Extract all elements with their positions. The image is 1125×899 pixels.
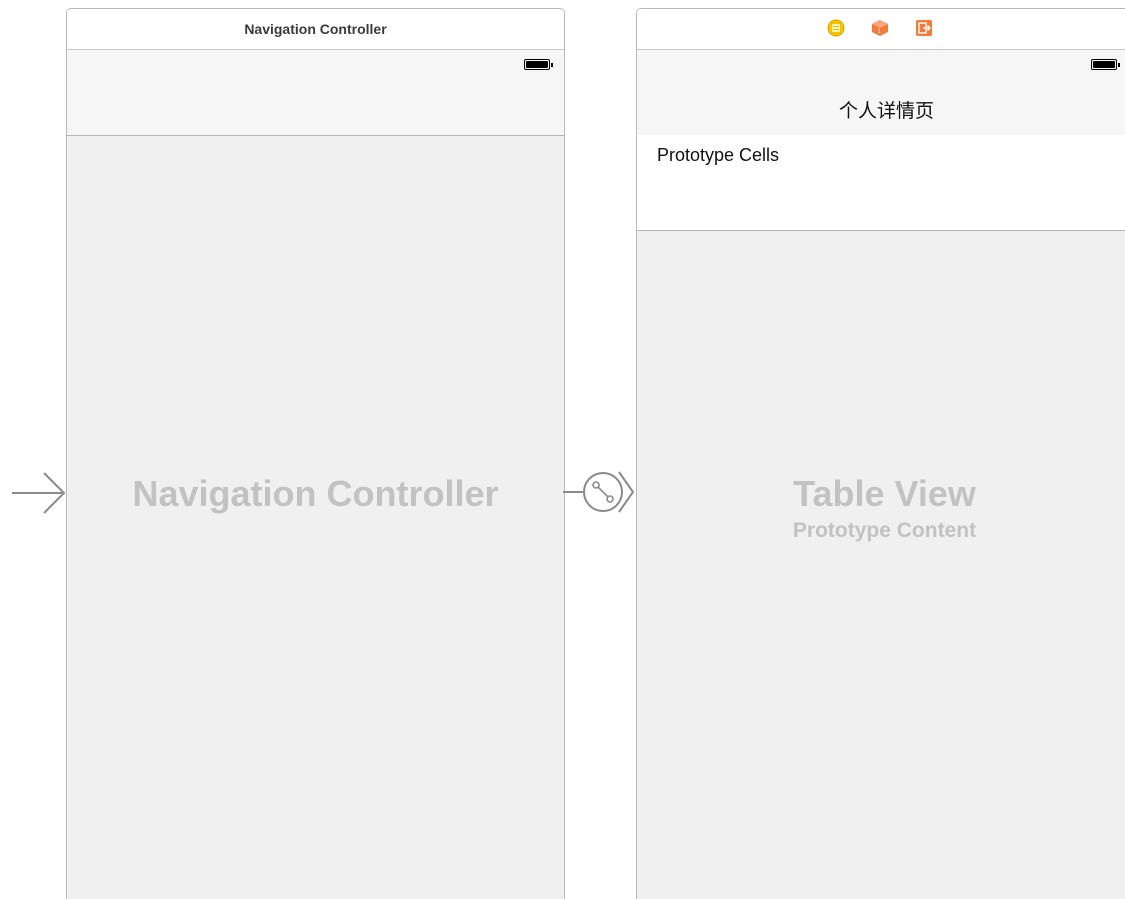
prototype-cells-section[interactable]: Prototype Cells	[637, 135, 1125, 231]
first-responder-icon[interactable]: 1	[871, 19, 889, 37]
battery-icon	[524, 59, 553, 70]
scene-dock[interactable]: 1	[637, 9, 1125, 50]
prototype-cells-label: Prototype Cells	[657, 145, 780, 165]
view-controller-icon[interactable]	[827, 19, 845, 37]
exit-icon[interactable]	[915, 19, 933, 37]
relationship-segue-icon[interactable]	[563, 464, 637, 520]
table-view-placeholder-subtitle: Prototype Content	[792, 519, 977, 542]
navigation-bar[interactable]: 个人详情页	[637, 50, 1125, 136]
navigation-bar[interactable]	[67, 50, 564, 136]
scene-dock[interactable]: Navigation Controller	[67, 9, 564, 50]
scene-title: Navigation Controller	[244, 21, 387, 37]
battery-icon	[1091, 59, 1120, 70]
table-view-placeholder-title: Table View	[793, 473, 976, 514]
navigation-controller-scene[interactable]: Navigation Controller Navigation Control…	[66, 8, 565, 899]
table-view-controller-scene[interactable]: 1 个人详情页 Prototype Cells Table View Proto…	[636, 8, 1125, 899]
scene-placeholder-label: Navigation Controller	[132, 473, 499, 514]
entry-point-arrow-icon[interactable]	[10, 470, 70, 516]
navigation-title[interactable]: 个人详情页	[637, 96, 1125, 123]
